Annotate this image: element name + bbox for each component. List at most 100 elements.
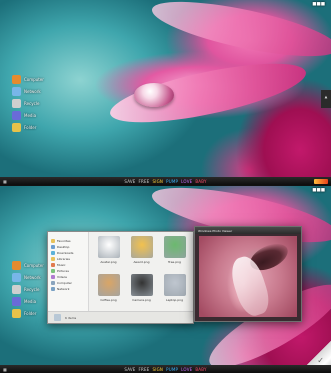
nav-item[interactable]: Network — [51, 286, 85, 292]
file-item[interactable]: Coffee.png — [93, 273, 124, 310]
computer-icon — [12, 261, 21, 270]
system-tray-icon[interactable] — [314, 178, 328, 184]
taskbar-item[interactable]: SAVE — [124, 179, 135, 184]
taskbar-item[interactable]: PUMP — [166, 179, 178, 184]
nav-item-icon — [51, 251, 55, 255]
desktop-shortcut[interactable]: Network — [12, 273, 44, 282]
clock-time: ■■■ — [312, 2, 325, 7]
taskbar-item[interactable]: SIGN — [152, 367, 163, 372]
folder-icon — [54, 314, 61, 321]
taskbar-items: SAVE FREE SIGN PUMP LOVE BABY — [124, 179, 206, 184]
file-label: Camera.png — [132, 297, 151, 302]
desktop-shortcut[interactable]: Folder — [12, 309, 44, 318]
nav-item-label: Videos — [57, 275, 67, 279]
nav-item-label: Computer — [57, 281, 72, 285]
laptop-icon — [163, 273, 186, 296]
camera-icon — [130, 273, 153, 296]
file-label: Tree.png — [168, 260, 181, 264]
taskbar-item[interactable]: BABY — [195, 367, 206, 372]
nav-item-icon — [51, 263, 55, 267]
nav-item-label: Pictures — [57, 269, 69, 273]
desktop-shortcut[interactable]: Recycle — [12, 99, 44, 108]
recycle-bin-icon — [12, 99, 21, 108]
file-label: Award.png — [133, 260, 150, 264]
nav-item-label: Favorites — [57, 239, 71, 243]
nav-item-label: Network — [57, 287, 70, 291]
nav-item-icon — [51, 287, 55, 291]
status-text: 6 items — [65, 315, 77, 320]
desktop-shortcut[interactable]: Computer — [12, 75, 44, 84]
status-bar: 6 items — [48, 311, 193, 323]
taskbar-item[interactable]: FREE — [139, 367, 150, 372]
nav-item-label: Music — [57, 263, 66, 267]
network-icon — [12, 87, 21, 96]
media-icon — [12, 111, 21, 120]
desktop-shortcut-label: Network — [24, 275, 41, 280]
desktop-shortcut[interactable]: Network — [12, 87, 44, 96]
water-drop — [134, 83, 174, 107]
file-item[interactable]: Tree.png — [159, 236, 190, 272]
tree-icon — [163, 236, 186, 258]
desktop-screenshot-bottom: Computer Network Recycle Media Folder ■■■ Fa… — [0, 186, 331, 373]
coffee-icon — [97, 273, 120, 296]
nav-item-icon — [51, 245, 55, 249]
file-item[interactable]: Award.png — [126, 236, 157, 272]
desktop-shortcut[interactable]: Folder — [12, 123, 44, 132]
nav-item-icon — [51, 281, 55, 285]
photo — [199, 236, 297, 320]
nav-item-label: Libraries — [57, 257, 70, 261]
computer-icon — [12, 75, 21, 84]
nav-item-label: Downloads — [57, 251, 74, 255]
start-button[interactable]: ■ — [3, 367, 7, 372]
photo-viewer-window[interactable]: Windows Photo Viewer — [194, 226, 302, 322]
desktop-shortcut-label: Network — [24, 89, 41, 94]
clock-widget: ■■■ — [312, 188, 325, 193]
nav-item-label: Desktop — [57, 245, 70, 249]
taskbar-item[interactable]: SIGN — [152, 179, 163, 184]
start-button[interactable]: ■ — [3, 179, 7, 184]
folder-icon — [12, 309, 21, 318]
taskbar: ■ SAVE FREE SIGN PUMP LOVE BABY — [0, 177, 331, 185]
clock-widget: ■■■ — [312, 2, 325, 7]
desktop-shortcut-label: Computer — [24, 77, 44, 82]
clock-time: ■■■ — [312, 188, 325, 193]
desktop-shortcut[interactable]: Media — [12, 297, 44, 306]
taskbar-item[interactable]: LOVE — [181, 179, 192, 184]
taskbar: ■ SAVE FREE SIGN PUMP LOVE BABY — [0, 365, 331, 373]
taskbar-item[interactable]: FREE — [139, 179, 150, 184]
award-icon — [130, 236, 153, 258]
file-item[interactable]: Laptop.png — [159, 273, 190, 310]
viewer-title: Windows Photo Viewer — [195, 227, 301, 234]
media-icon — [12, 297, 21, 306]
clock-placeholder: ■■■ — [312, 188, 325, 193]
taskbar-items: SAVE FREE SIGN PUMP LOVE BABY — [124, 367, 206, 372]
desktop-shortcut[interactable]: Computer — [12, 261, 44, 270]
file-item[interactable]: Camera.png — [126, 273, 157, 310]
explorer-window[interactable]: Favorites Desktop Downloads Libraries Music P… — [47, 231, 194, 324]
side-gadget[interactable]: ▲ — [321, 90, 331, 108]
navigation-pane: Favorites Desktop Downloads Libraries Music P… — [48, 232, 89, 311]
desktop-shortcut-label: Media — [24, 299, 37, 304]
recycle-bin-icon — [12, 285, 21, 294]
file-label: Coffee.png — [100, 297, 117, 302]
nav-item-icon — [51, 269, 55, 273]
desktop-shortcut-label: Computer — [24, 263, 44, 268]
desktop-icons: Computer Network Recycle Media Folder — [12, 75, 44, 132]
desktop-shortcut[interactable]: Recycle — [12, 285, 44, 294]
taskbar-item[interactable]: LOVE — [181, 367, 192, 372]
nav-item-icon — [51, 275, 55, 279]
folder-icon — [12, 123, 21, 132]
taskbar-item[interactable]: BABY — [195, 179, 206, 184]
taskbar-item[interactable]: PUMP — [166, 367, 178, 372]
taskbar-item[interactable]: SAVE — [124, 367, 135, 372]
desktop-shortcut[interactable]: Media — [12, 111, 44, 120]
network-icon — [12, 273, 21, 282]
nav-item-icon — [51, 257, 55, 261]
page-curl-icon: ✓ — [317, 356, 324, 365]
desktop-shortcut-label: Folder — [24, 125, 37, 130]
clock-placeholder: ■■■ — [312, 2, 325, 7]
file-grid: Avatar.png Award.png Tree.png Coffee.png Cam… — [93, 236, 190, 309]
desktop-shortcut-label: Media — [24, 113, 37, 118]
desktop-screenshot-top: Computer Network Recycle Media Folder ■■■ ▲ … — [0, 0, 331, 185]
file-item[interactable]: Avatar.png — [93, 236, 124, 272]
